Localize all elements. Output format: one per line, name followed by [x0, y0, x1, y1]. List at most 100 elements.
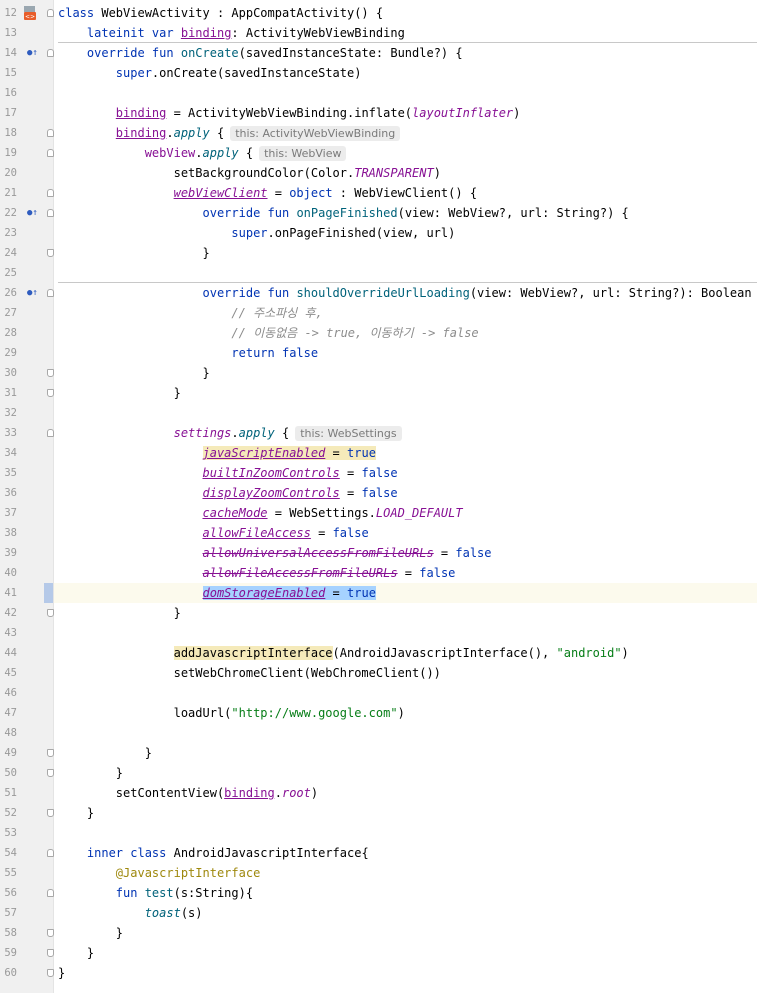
code-line[interactable]: 57 toast(s)	[0, 903, 757, 923]
line-number: 14	[4, 47, 17, 59]
line-number: 57	[4, 907, 17, 919]
code-line[interactable]: 17 binding = ActivityWebViewBinding.infl…	[0, 103, 757, 123]
line-number: 22	[4, 207, 17, 219]
code-line[interactable]: 52 }	[0, 803, 757, 823]
override-method-icon[interactable]: ●↑	[27, 287, 38, 299]
code-line[interactable]: 21 webViewClient = object : WebViewClien…	[0, 183, 757, 203]
line-number: 28	[4, 327, 17, 339]
code-line[interactable]: 29 return false	[0, 343, 757, 363]
code-line[interactable]: 27 // 주소파싱 후,	[0, 303, 757, 323]
code-line[interactable]: 30 }	[0, 363, 757, 383]
code-text: }	[202, 366, 210, 380]
code-line[interactable]: 38 allowFileAccess = false	[0, 523, 757, 543]
fold-icon[interactable]	[47, 149, 54, 157]
code-line[interactable]: 19 webView.apply {this: WebView	[0, 143, 757, 163]
fold-icon[interactable]	[47, 429, 54, 437]
code-line[interactable]: 43	[0, 623, 757, 643]
code-line[interactable]: 42 }	[0, 603, 757, 623]
code-line[interactable]: 59 }	[0, 943, 757, 963]
fold-icon[interactable]	[47, 969, 54, 977]
code-line[interactable]: 13 lateinit var binding: ActivityWebView…	[0, 23, 757, 43]
inlay-hint: this: ActivityWebViewBinding	[230, 126, 401, 141]
code-line[interactable]: 33 settings.apply {this: WebSettings	[0, 423, 757, 443]
fold-icon[interactable]	[47, 49, 54, 57]
line-number: 60	[4, 967, 17, 979]
code-text: override fun onCreate(savedInstanceState…	[86, 46, 463, 60]
code-line[interactable]: 56 fun test(s:String){	[0, 883, 757, 903]
code-line[interactable]: 58 }	[0, 923, 757, 943]
fold-icon[interactable]	[47, 769, 54, 777]
code-line[interactable]: 44 addJavascriptInterface(AndroidJavascr…	[0, 643, 757, 663]
code-line[interactable]: 34 javaScriptEnabled = true	[0, 443, 757, 463]
line-number: 25	[4, 267, 17, 279]
line-number: 39	[4, 547, 17, 559]
fold-icon[interactable]	[47, 289, 54, 297]
code-line[interactable]: 53	[0, 823, 757, 843]
fold-icon[interactable]	[47, 189, 54, 197]
code-text: return false	[231, 346, 319, 360]
code-text: javaScriptEnabled = true	[202, 446, 376, 460]
kotlin-class-icon[interactable]: <>	[23, 6, 37, 20]
current-code-line[interactable]: 41 domStorageEnabled = true	[0, 583, 757, 603]
code-line[interactable]: 20 setBackgroundColor(Color.TRANSPARENT)	[0, 163, 757, 183]
code-line[interactable]: 39 allowUniversalAccessFromFileURLs = fa…	[0, 543, 757, 563]
code-line[interactable]: 35 builtInZoomControls = false	[0, 463, 757, 483]
line-number: 31	[4, 387, 17, 399]
line-number: 19	[4, 147, 17, 159]
line-number: 13	[4, 27, 17, 39]
code-line[interactable]: 22 ●↑ override fun onPageFinished(view: …	[0, 203, 757, 223]
code-line[interactable]: 18 binding.apply {this: ActivityWebViewB…	[0, 123, 757, 143]
code-line[interactable]: 25	[0, 263, 757, 283]
fold-icon[interactable]	[47, 609, 54, 617]
code-line[interactable]: 51 setContentView(binding.root)	[0, 783, 757, 803]
fold-icon[interactable]	[47, 889, 54, 897]
line-number: 58	[4, 927, 17, 939]
line-number: 36	[4, 487, 17, 499]
code-line[interactable]: 14 ●↑ override fun onCreate(savedInstanc…	[0, 43, 757, 63]
code-line[interactable]: 15 super.onCreate(savedInstanceState)	[0, 63, 757, 83]
code-text: toast(s)	[144, 906, 203, 920]
fold-icon[interactable]	[47, 369, 54, 377]
fold-icon[interactable]	[47, 949, 54, 957]
fold-icon[interactable]	[47, 809, 54, 817]
code-line[interactable]: 47 loadUrl("http://www.google.com")	[0, 703, 757, 723]
code-text: webView.apply {this: WebView	[58, 143, 347, 164]
override-method-icon[interactable]: ●↑	[27, 47, 38, 59]
code-line[interactable]: 16	[0, 83, 757, 103]
code-line[interactable]: 50 }	[0, 763, 757, 783]
code-line[interactable]: 48	[0, 723, 757, 743]
code-line[interactable]: 37 cacheMode = WebSettings.LOAD_DEFAULT	[0, 503, 757, 523]
fold-icon[interactable]	[47, 9, 54, 17]
fold-icon[interactable]	[47, 849, 54, 857]
code-line[interactable]: 28 // 이동없음 -> true, 이동하기 -> false	[0, 323, 757, 343]
code-editor[interactable]: 12 <> class WebViewActivity : AppCompatA…	[0, 0, 757, 993]
code-line[interactable]: 31 }	[0, 383, 757, 403]
code-line[interactable]: 26 ●↑ override fun shouldOverrideUrlLoad…	[0, 283, 757, 303]
fold-icon[interactable]	[47, 209, 54, 217]
code-line[interactable]: 49 }	[0, 743, 757, 763]
fold-icon[interactable]	[47, 249, 54, 257]
code-text: setContentView(binding.root)	[115, 786, 319, 800]
code-line[interactable]: 23 super.onPageFinished(view, url)	[0, 223, 757, 243]
current-line-gutter-marker	[44, 583, 53, 603]
code-line[interactable]: 12 <> class WebViewActivity : AppCompatA…	[0, 3, 757, 23]
fold-icon[interactable]	[47, 929, 54, 937]
fold-icon[interactable]	[47, 389, 54, 397]
code-line[interactable]: 24 }	[0, 243, 757, 263]
line-number: 51	[4, 787, 17, 799]
code-line[interactable]: 45 setWebChromeClient(WebChromeClient())	[0, 663, 757, 683]
code-line[interactable]: 46	[0, 683, 757, 703]
code-line[interactable]: 40 allowFileAccessFromFileURLs = false	[0, 563, 757, 583]
code-line[interactable]: 55 @JavascriptInterface	[0, 863, 757, 883]
code-text: class WebViewActivity : AppCompatActivit…	[58, 6, 384, 20]
fold-icon[interactable]	[47, 749, 54, 757]
code-line[interactable]: 54 inner class AndroidJavascriptInterfac…	[0, 843, 757, 863]
line-number: 18	[4, 127, 17, 139]
code-line[interactable]: 60 }	[0, 963, 757, 983]
code-text: override fun onPageFinished(view: WebVie…	[202, 206, 629, 220]
line-number: 56	[4, 887, 17, 899]
override-method-icon[interactable]: ●↑	[27, 207, 38, 219]
code-line[interactable]: 32	[0, 403, 757, 423]
fold-icon[interactable]	[47, 129, 54, 137]
code-line[interactable]: 36 displayZoomControls = false	[0, 483, 757, 503]
